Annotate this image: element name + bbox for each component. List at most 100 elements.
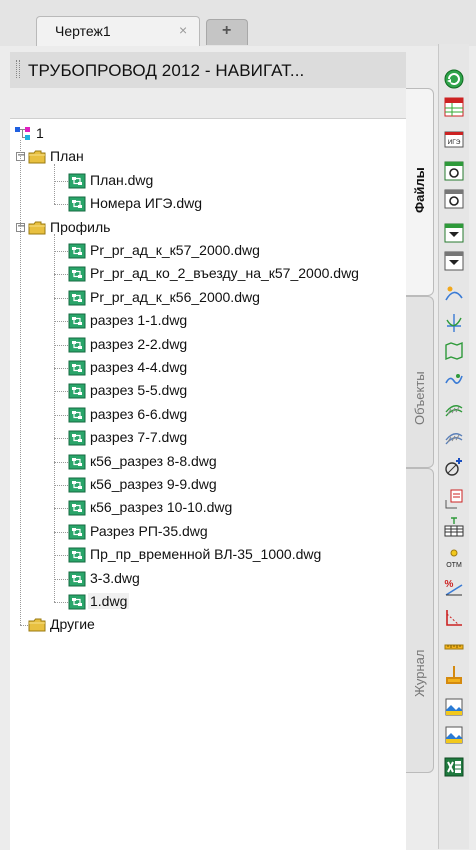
squiggle-icon[interactable] xyxy=(443,368,465,390)
tree-file-item[interactable]: разрез 1-1.dwg xyxy=(10,310,406,332)
tree-group[interactable]: − Профиль xyxy=(10,217,406,239)
tree-file-item[interactable]: Разрез РП-35.dwg xyxy=(10,521,406,543)
tree-item-label: Пр_пр_временной ВЛ-35_1000.dwg xyxy=(90,546,322,563)
tree-connector xyxy=(54,438,68,440)
add-circle-icon[interactable] xyxy=(443,456,465,478)
close-tab-icon[interactable]: × xyxy=(179,22,187,38)
tab-files-label: Файлы xyxy=(412,167,427,213)
project-root-icon xyxy=(14,126,32,145)
bracket-icon[interactable] xyxy=(443,664,465,686)
tool-green-1-icon[interactable] xyxy=(443,160,465,182)
elevation-icon[interactable]: ОТМ xyxy=(443,548,465,570)
tree-file-item[interactable]: Pr_pr_ад_к_к57_2000.dwg xyxy=(10,240,406,262)
map-icon[interactable] xyxy=(443,340,465,362)
dwg-file-icon xyxy=(68,524,86,543)
tree-item-label: разрез 5-5.dwg xyxy=(90,382,188,399)
tree-connector xyxy=(54,180,68,182)
dwg-file-icon xyxy=(68,266,86,285)
tree-connector xyxy=(54,163,55,205)
tree-file-item[interactable]: разрез 4-4.dwg xyxy=(10,357,406,379)
table-icon[interactable] xyxy=(443,96,465,118)
tree-item-label: разрез 7-7.dwg xyxy=(90,429,188,446)
tree-file-item[interactable]: разрез 5-5.dwg xyxy=(10,380,406,402)
dwg-file-icon xyxy=(68,500,86,519)
tree-file-item[interactable]: 3-3.dwg xyxy=(10,568,406,590)
stack-icon[interactable] xyxy=(443,488,465,510)
photo-1-icon[interactable] xyxy=(443,696,465,718)
tree-item-label: Номера ИГЭ.dwg xyxy=(90,195,203,212)
tree-connector xyxy=(54,578,68,580)
ruler-icon[interactable] xyxy=(443,636,465,658)
tree-item-label: 1.dwg xyxy=(88,593,130,609)
tool-green-2-icon[interactable] xyxy=(443,222,465,244)
tree-connector xyxy=(54,251,68,252)
photo-2-icon[interactable] xyxy=(443,724,465,746)
right-toolbar: ИГЭ ОТМ% xyxy=(438,44,469,849)
dwg-file-icon xyxy=(68,383,86,402)
refresh-icon[interactable] xyxy=(443,68,465,90)
tree-file-item[interactable]: Pr_pr_ад_к_к56_2000.dwg xyxy=(10,287,406,309)
tool-gray-2-icon[interactable] xyxy=(443,250,465,272)
tree-root[interactable]: 1 xyxy=(10,123,406,145)
dwg-file-icon xyxy=(68,196,86,215)
dwg-file-icon xyxy=(68,173,86,192)
grip-icon[interactable] xyxy=(16,60,20,78)
tab-files[interactable]: Файлы xyxy=(406,88,434,296)
tree-item-label: Pr_pr_ад_к_к57_2000.dwg xyxy=(90,242,260,258)
tree-item-label: разрез 4-4.dwg xyxy=(90,359,188,375)
document-tab[interactable]: Чертеж1 × xyxy=(36,16,200,46)
plus-icon: + xyxy=(222,22,232,39)
excel-icon[interactable] xyxy=(443,756,465,778)
tree-connector xyxy=(54,508,68,510)
tree-item-label: разрез 6-6.dwg xyxy=(90,405,188,422)
tree-connector xyxy=(54,391,68,393)
tree-file-item[interactable]: к56_разрез 9-9.dwg xyxy=(10,474,406,496)
tree-item-label: План xyxy=(50,148,84,165)
hatch-1-icon[interactable] xyxy=(443,398,465,420)
tree-file-item[interactable]: План.dwg xyxy=(10,170,406,192)
tree-item-label: разрез 2-2.dwg xyxy=(90,335,188,352)
dwg-file-icon xyxy=(68,430,86,449)
tree-item-label: Профиль xyxy=(50,218,111,235)
navigator-title-bar[interactable]: ТРУБОПРОВОД 2012 - НАВИГАТ... xyxy=(10,52,406,88)
tab-log[interactable]: Журнал xyxy=(406,468,434,773)
tree-item-label: План.dwg xyxy=(90,171,154,188)
tree-file-item[interactable]: Pr_pr_ад_ко_2_въезду_на_к57_2000.dwg xyxy=(10,263,406,285)
tree-group[interactable]: − План xyxy=(10,146,406,168)
document-tab-strip: Чертеж1 × + xyxy=(0,0,476,46)
tree-connector xyxy=(54,321,68,323)
table-scale-icon[interactable] xyxy=(443,516,465,538)
tree-file-item[interactable]: разрез 7-7.dwg xyxy=(10,427,406,449)
tree-connector xyxy=(54,368,68,369)
tree-file-item[interactable]: разрез 6-6.dwg xyxy=(10,404,406,426)
tree-connector xyxy=(54,461,68,463)
tree-file-item[interactable]: к56_разрез 8-8.dwg xyxy=(10,451,406,473)
dwg-file-icon xyxy=(68,407,86,426)
tree-file-item[interactable]: разрез 2-2.dwg xyxy=(10,334,406,356)
dwg-file-icon xyxy=(68,454,86,473)
tree-item-label: Pr_pr_ад_к_к56_2000.dwg xyxy=(90,288,260,305)
tool-gray-1-icon[interactable] xyxy=(443,188,465,210)
navigator-title: ТРУБОПРОВОД 2012 - НАВИГАТ... xyxy=(28,61,305,80)
curve-icon[interactable] xyxy=(443,284,465,306)
tree-file-item[interactable]: Номера ИГЭ.dwg xyxy=(10,193,406,215)
dimension-icon[interactable] xyxy=(443,606,465,628)
tab-objects[interactable]: Объекты xyxy=(406,296,434,468)
tree-connector xyxy=(20,625,28,627)
dwg-file-icon xyxy=(68,547,86,566)
new-tab-button[interactable]: + xyxy=(206,19,248,45)
tree-item-label: Pr_pr_ад_ко_2_въезду_на_к57_2000.dwg xyxy=(90,265,359,282)
folder-icon xyxy=(28,220,46,239)
tree-connector xyxy=(54,344,68,346)
dwg-file-icon xyxy=(68,243,86,262)
tree-connector xyxy=(54,297,68,299)
percent-slope-icon[interactable]: % xyxy=(443,576,465,598)
tree-file-item[interactable]: 1.dwg xyxy=(10,591,406,613)
tree-file-item[interactable]: Пр_пр_временной ВЛ-35_1000.dwg xyxy=(10,544,406,566)
ige-icon[interactable]: ИГЭ xyxy=(443,128,465,150)
axis-icon[interactable] xyxy=(443,312,465,334)
hatch-2-icon[interactable] xyxy=(443,426,465,448)
svg-text:ИГЭ: ИГЭ xyxy=(448,139,461,146)
tree-group[interactable]: Другие xyxy=(10,614,406,636)
tree-file-item[interactable]: к56_разрез 10-10.dwg xyxy=(10,497,406,519)
